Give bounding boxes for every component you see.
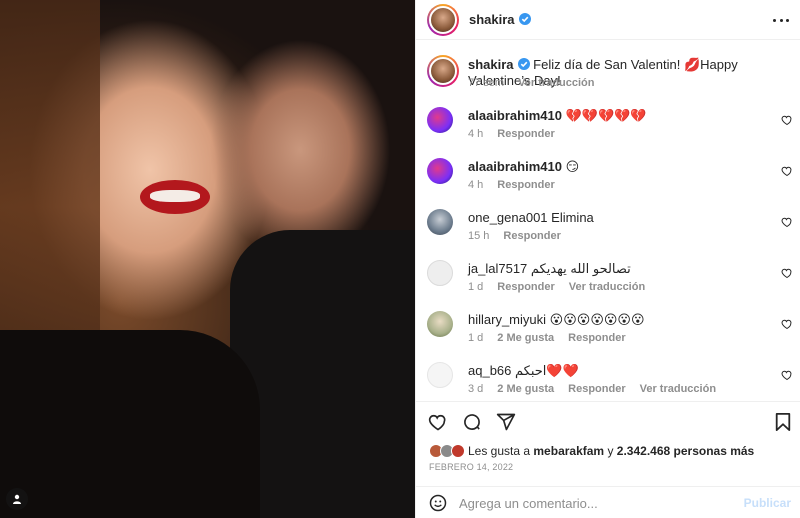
comment-icon[interactable] <box>462 412 482 432</box>
comment-username[interactable]: one_gena001 <box>468 210 548 225</box>
translate-button[interactable]: Ver traducción <box>518 77 594 89</box>
comment-time[interactable]: 15 h <box>468 230 489 242</box>
heart-icon[interactable] <box>428 412 448 432</box>
comments-list[interactable]: shakira Feliz día de San Valentin! 💋Happ… <box>416 41 800 400</box>
like-comment-icon[interactable] <box>781 165 793 177</box>
publish-button[interactable]: Publicar <box>744 496 791 510</box>
bookmark-icon[interactable] <box>774 412 792 432</box>
likes-joiner: y <box>607 444 614 458</box>
post-date[interactable]: FEBRERO 14, 2022 <box>429 462 513 472</box>
comment-username[interactable]: ja_lal7517 <box>468 261 527 276</box>
reply-button[interactable]: Responder <box>568 332 625 344</box>
comment-row: aq_b66 احبكم❤️❤️ 3 d 2 Me gusta Responder V… <box>416 354 800 400</box>
avatar[interactable] <box>427 311 453 337</box>
emoji-icon[interactable] <box>429 494 447 512</box>
comment-likes[interactable]: 2 Me gusta <box>497 383 554 395</box>
caption-time[interactable]: 77 sem <box>468 77 504 89</box>
post-header: shakira <box>416 0 800 40</box>
avatar[interactable] <box>427 260 453 286</box>
avatar[interactable] <box>427 107 453 133</box>
liker-avatars[interactable] <box>429 444 465 458</box>
header-username[interactable]: shakira <box>469 12 531 27</box>
like-comment-icon[interactable] <box>781 318 793 330</box>
avatar[interactable] <box>427 362 453 388</box>
share-icon[interactable] <box>496 412 516 432</box>
comment-time[interactable]: 4 h <box>468 179 483 191</box>
comment-text: 😮😮😮😮😮😮😮 <box>549 312 645 327</box>
comment-text: تصالحو الله يهديكم <box>530 261 631 276</box>
comment-username[interactable]: hillary_miyuki <box>468 312 546 327</box>
comment-row: hillary_miyuki 😮😮😮😮😮😮😮 1 d 2 Me gusta Resp… <box>416 303 800 354</box>
comment-row: alaaibrahim410 😏 4 h Responder <box>416 150 800 201</box>
avatar[interactable] <box>427 209 453 235</box>
comment-username[interactable]: alaaibrahim410 <box>468 108 562 123</box>
translate-button[interactable]: Ver traducción <box>569 281 645 293</box>
post-actions: Les gusta a mebarakfam y 2.342.468 perso… <box>416 401 800 518</box>
comment-username[interactable]: alaaibrahim410 <box>468 159 562 174</box>
comment-text: احبكم❤️❤️ <box>515 363 579 378</box>
verified-icon <box>518 13 531 25</box>
photo-region <box>0 330 260 518</box>
comment-time[interactable]: 4 h <box>468 128 483 140</box>
translate-button[interactable]: Ver traducción <box>640 383 716 395</box>
comment-time[interactable]: 3 d <box>468 383 483 395</box>
likes-summary: Les gusta a mebarakfam y 2.342.468 perso… <box>429 444 754 458</box>
comment-row: one_gena001 Elimina 15 h Responder <box>416 201 800 252</box>
like-comment-icon[interactable] <box>781 216 793 228</box>
add-comment-bar: Agrega un comentario... Publicar <box>416 486 800 518</box>
comment-row: ja_lal7517 تصالحو الله يهديكم 1 d Respond… <box>416 252 800 303</box>
like-comment-icon[interactable] <box>781 267 793 279</box>
comment-time[interactable]: 1 d <box>468 281 483 293</box>
user-tag-icon[interactable] <box>6 488 28 510</box>
reply-button[interactable]: Responder <box>503 230 560 242</box>
comment-likes[interactable]: 2 Me gusta <box>497 332 554 344</box>
avatar[interactable] <box>427 55 459 87</box>
likes-prefix: Les gusta a <box>468 444 531 458</box>
comment-text: Elimina <box>551 210 594 225</box>
more-options-icon[interactable] <box>773 12 789 28</box>
caption: shakira Feliz día de San Valentin! 💋Happ… <box>416 41 800 99</box>
like-comment-icon[interactable] <box>781 114 793 126</box>
verified-icon <box>517 58 530 70</box>
reply-button[interactable]: Responder <box>497 128 554 140</box>
likes-count[interactable]: 2.342.468 personas más <box>617 444 754 458</box>
comment-username[interactable]: aq_b66 <box>468 363 511 378</box>
reply-button[interactable]: Responder <box>568 383 625 395</box>
comment-time[interactable]: 1 d <box>468 332 483 344</box>
comment-text: 😏 <box>565 159 580 174</box>
comment-row: alaaibrahim410 💔💔💔💔💔 4 h Responder <box>416 99 800 150</box>
comment-text: 💔💔💔💔💔 <box>565 108 647 123</box>
like-comment-icon[interactable] <box>781 369 793 381</box>
liker-username[interactable]: mebarakfam <box>533 444 604 458</box>
avatar[interactable] <box>427 158 453 184</box>
caption-username[interactable]: shakira <box>468 57 514 72</box>
comment-input[interactable]: Agrega un comentario... <box>459 496 598 511</box>
avatar[interactable] <box>427 3 459 36</box>
post-photo[interactable] <box>0 0 415 518</box>
reply-button[interactable]: Responder <box>497 281 554 293</box>
reply-button[interactable]: Responder <box>497 179 554 191</box>
photo-region <box>150 190 200 202</box>
post-panel: shakira shakira Feliz día de San Valenti… <box>415 0 800 518</box>
